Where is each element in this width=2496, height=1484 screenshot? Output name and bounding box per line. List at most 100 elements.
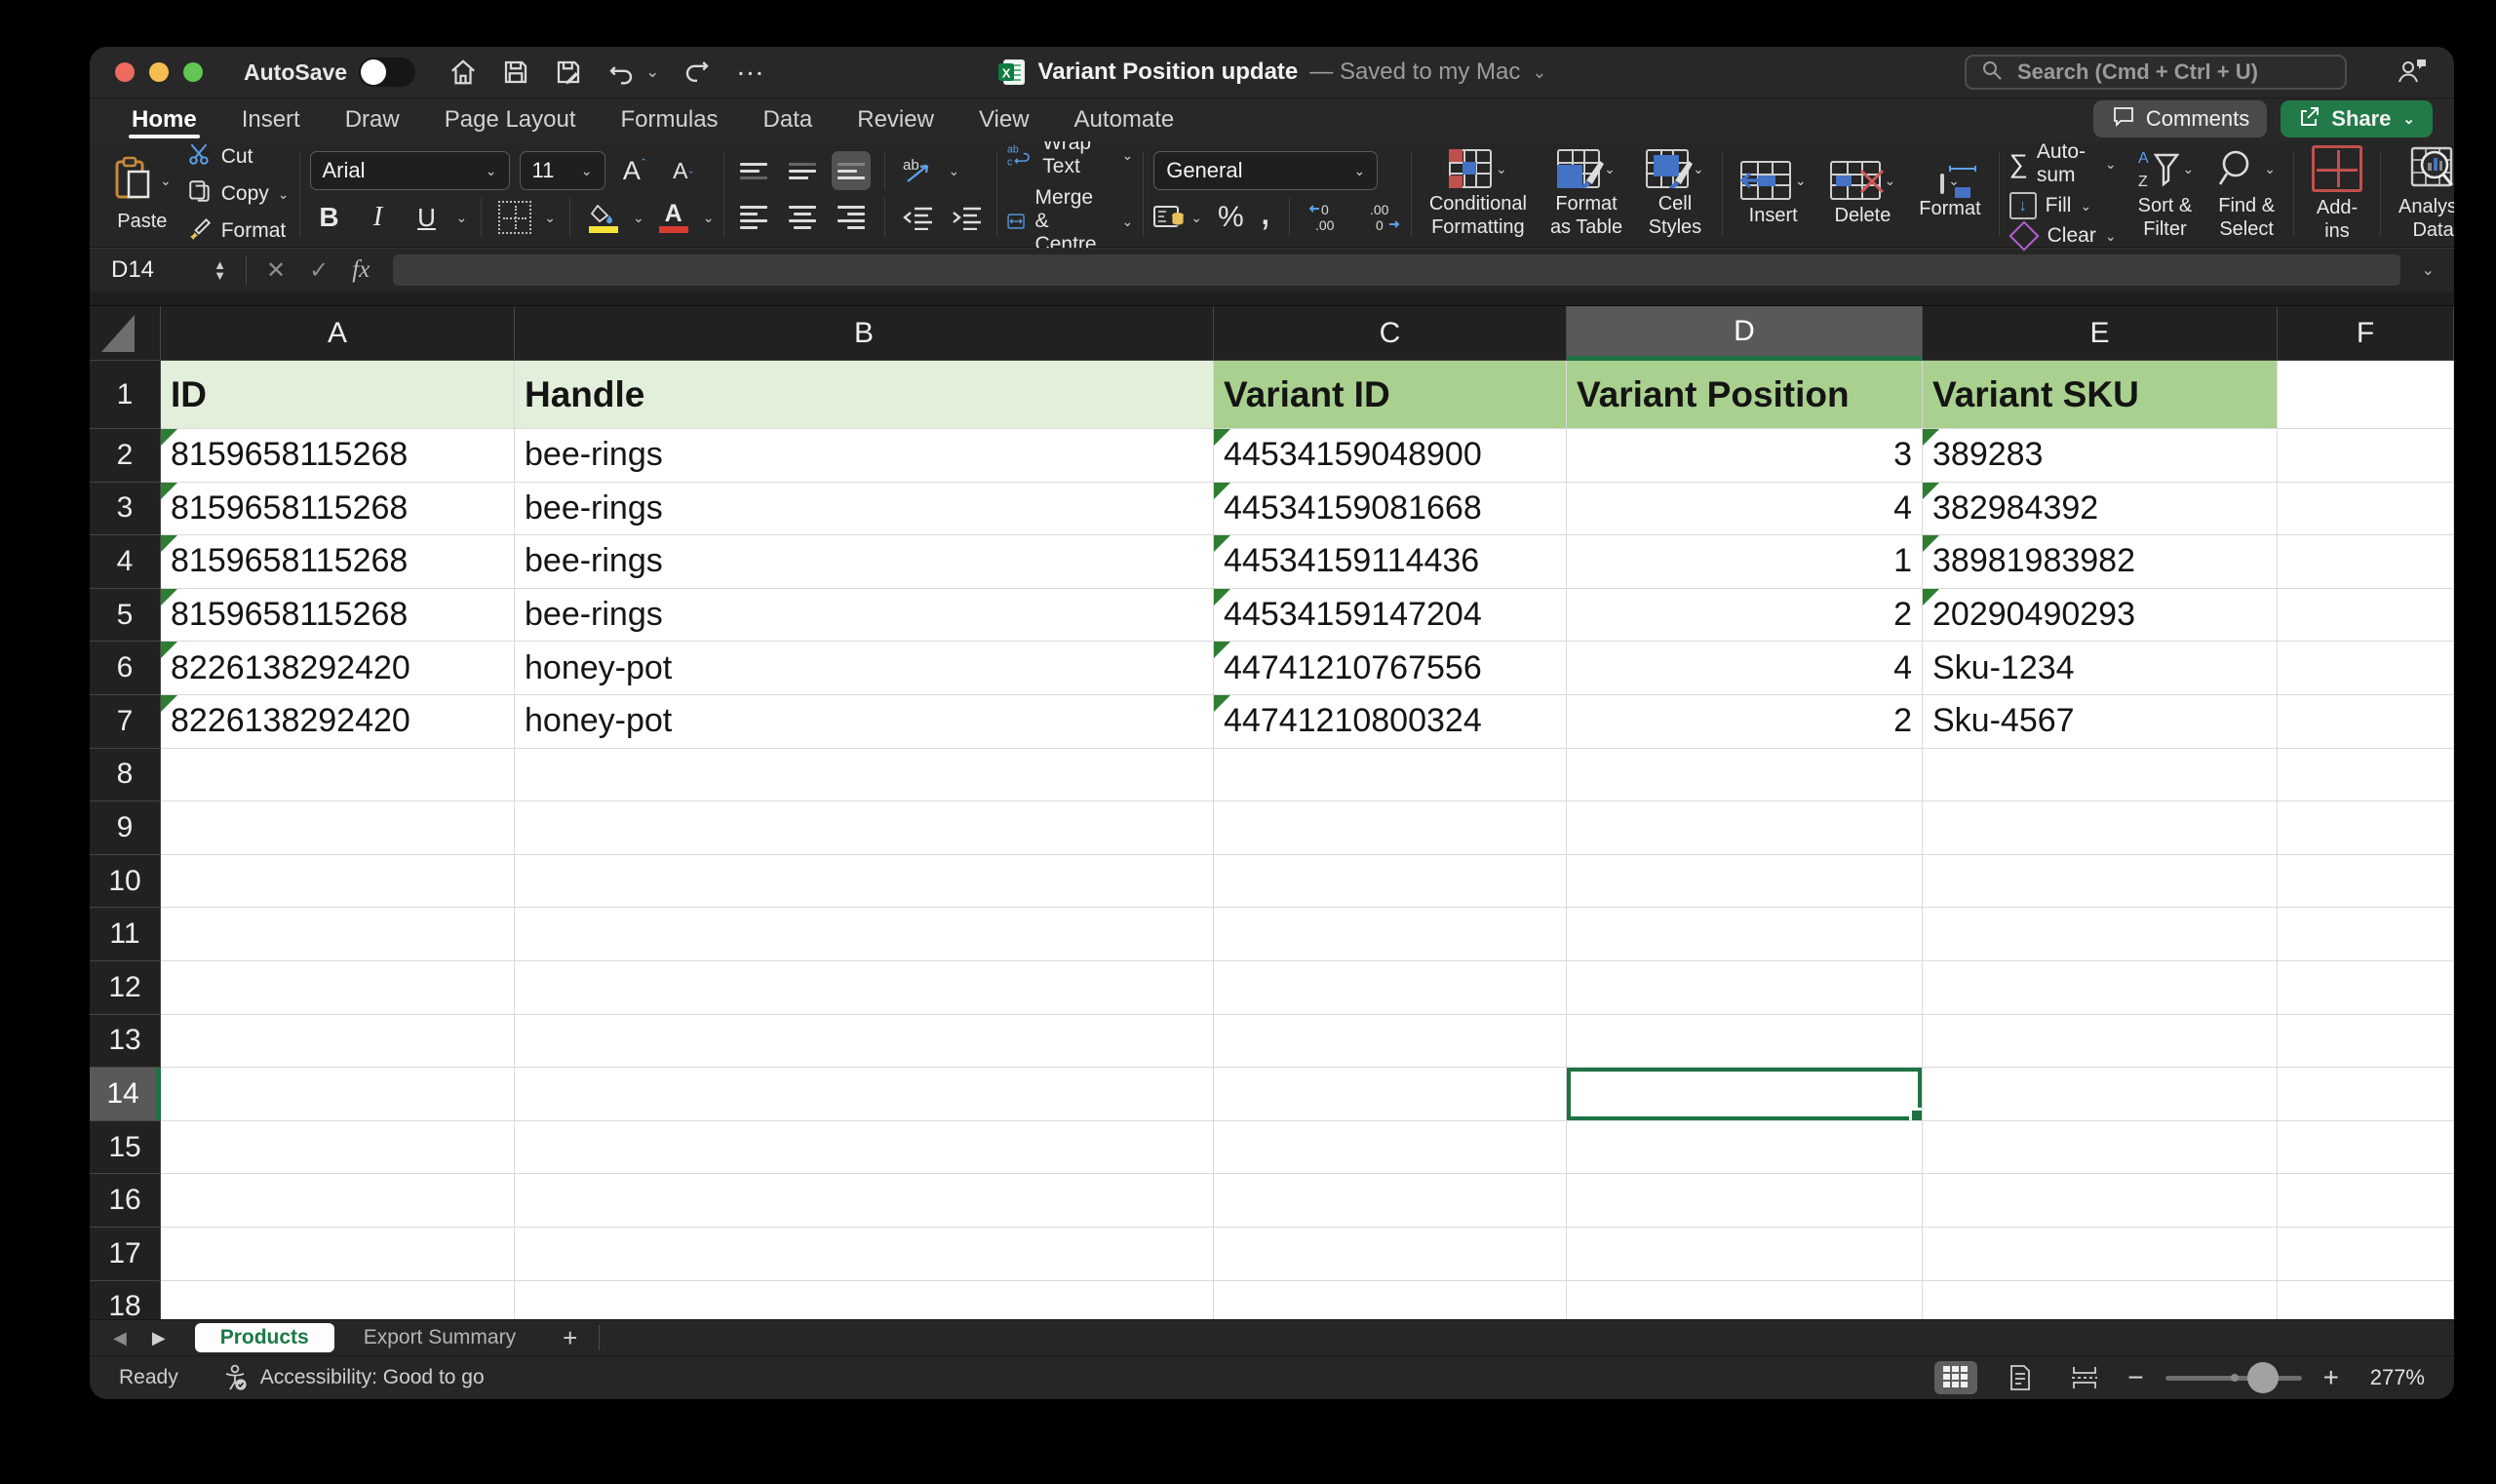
accounting-dropdown-chevron[interactable]: ⌄	[1190, 210, 1202, 226]
cell-F18[interactable]	[2278, 1281, 2454, 1320]
text-orientation-button[interactable]: ab	[899, 151, 938, 190]
font-name-combo[interactable]: Arial⌄	[310, 151, 510, 190]
cell-D16[interactable]	[1567, 1174, 1923, 1228]
autosave-toggle[interactable]	[359, 58, 415, 87]
cell-E10[interactable]	[1923, 855, 2278, 909]
home-icon[interactable]	[448, 58, 478, 87]
cell-F7[interactable]	[2278, 695, 2454, 749]
sheet-tab-products[interactable]: Products	[195, 1323, 334, 1352]
cell-B14[interactable]	[515, 1068, 1214, 1121]
row-header-12[interactable]: 12	[90, 961, 161, 1015]
formula-bar-expand-chevron[interactable]: ⌄	[2412, 260, 2444, 280]
cell-C13[interactable]	[1214, 1015, 1567, 1069]
fill-color-button[interactable]	[584, 198, 623, 237]
cell-D9[interactable]	[1567, 801, 1923, 855]
formula-input[interactable]	[393, 254, 2399, 286]
cell-B3[interactable]: bee-rings	[515, 483, 1214, 536]
sheet-tab-export-summary[interactable]: Export Summary	[338, 1323, 541, 1352]
tab-view[interactable]: View	[956, 98, 1052, 141]
decrease-indent-button[interactable]	[899, 198, 938, 237]
wrap-text-dropdown-chevron[interactable]: ⌄	[1121, 147, 1133, 164]
cell-D11[interactable]	[1567, 908, 1923, 961]
cell-B7[interactable]: honey-pot	[515, 695, 1214, 749]
insert-cells-chevron[interactable]: ⌄	[1795, 173, 1807, 189]
fill-color-dropdown-chevron[interactable]: ⌄	[633, 210, 644, 226]
tab-draw[interactable]: Draw	[323, 98, 422, 141]
cell-F4[interactable]	[2278, 535, 2454, 589]
cell-E4[interactable]: 38981983982	[1923, 535, 2278, 589]
save-as-icon[interactable]	[554, 58, 583, 87]
cell-C2[interactable]: 44534159048900	[1214, 429, 1567, 483]
cell-C1[interactable]: Variant ID	[1214, 361, 1567, 429]
cell-C16[interactable]	[1214, 1174, 1567, 1228]
cell-F12[interactable]	[2278, 961, 2454, 1015]
cell-E14[interactable]	[1923, 1068, 2278, 1121]
cell-A16[interactable]	[161, 1174, 515, 1228]
sort-filter-button[interactable]: AZ ⌄ Sort & Filter	[2128, 145, 2203, 243]
delete-cells-button[interactable]: ⌄ Delete	[1822, 159, 1904, 229]
cell-D13[interactable]	[1567, 1015, 1923, 1069]
sort-filter-chevron[interactable]: ⌄	[2183, 161, 2195, 177]
insert-function-icon[interactable]: fx	[340, 256, 381, 284]
cell-D1[interactable]: Variant Position	[1567, 361, 1923, 429]
cell-A18[interactable]	[161, 1281, 515, 1320]
cell-D5[interactable]: 2	[1567, 589, 1923, 643]
column-header-D[interactable]: D	[1567, 306, 1923, 361]
tab-insert[interactable]: Insert	[219, 98, 323, 141]
tab-home[interactable]: Home	[109, 98, 219, 141]
row-header-14[interactable]: 14	[90, 1068, 161, 1121]
merge-centre-button[interactable]: Merge & Centre ⌄	[1007, 186, 1133, 256]
cell-E9[interactable]	[1923, 801, 2278, 855]
row-header-4[interactable]: 4	[90, 535, 161, 589]
close-window-button[interactable]	[115, 62, 135, 82]
cell-A14[interactable]	[161, 1068, 515, 1121]
row-header-1[interactable]: 1	[90, 361, 161, 429]
cell-A4[interactable]: 8159658115268	[161, 535, 515, 589]
comments-button[interactable]: Comments	[2093, 100, 2267, 137]
align-left-button[interactable]	[734, 198, 773, 237]
cell-B11[interactable]	[515, 908, 1214, 961]
cell-E1[interactable]: Variant SKU	[1923, 361, 2278, 429]
conditional-formatting-chevron[interactable]: ⌄	[1496, 161, 1507, 177]
accounting-format-button[interactable]: ⌄	[1153, 204, 1202, 231]
cell-D7[interactable]: 2	[1567, 695, 1923, 749]
page-break-view-button[interactable]	[2063, 1361, 2106, 1394]
cell-D3[interactable]: 4	[1567, 483, 1923, 536]
cell-C8[interactable]	[1214, 749, 1567, 802]
row-header-15[interactable]: 15	[90, 1121, 161, 1175]
font-color-dropdown-chevron[interactable]: ⌄	[703, 210, 715, 226]
row-header-7[interactable]: 7	[90, 695, 161, 749]
zoom-in-button[interactable]: +	[2323, 1362, 2339, 1393]
paste-button[interactable]: ⌄ Paste	[105, 154, 179, 235]
cell-A1[interactable]: ID	[161, 361, 515, 429]
cell-B13[interactable]	[515, 1015, 1214, 1069]
cut-button[interactable]: Cut	[187, 141, 290, 173]
cell-A8[interactable]	[161, 749, 515, 802]
cell-E3[interactable]: 382984392	[1923, 483, 2278, 536]
percent-style-button[interactable]: %	[1218, 201, 1244, 234]
cell-A10[interactable]	[161, 855, 515, 909]
row-header-5[interactable]: 5	[90, 589, 161, 643]
cell-B9[interactable]	[515, 801, 1214, 855]
cell-D10[interactable]	[1567, 855, 1923, 909]
cell-F16[interactable]	[2278, 1174, 2454, 1228]
cell-D8[interactable]	[1567, 749, 1923, 802]
cell-E15[interactable]	[1923, 1121, 2278, 1175]
align-top-button[interactable]	[734, 151, 773, 190]
cell-C3[interactable]: 44534159081668	[1214, 483, 1567, 536]
cell-F1[interactable]	[2278, 361, 2454, 429]
cell-C12[interactable]	[1214, 961, 1567, 1015]
tab-automate[interactable]: Automate	[1052, 98, 1197, 141]
copy-dropdown-chevron[interactable]: ⌄	[278, 186, 290, 203]
cell-A3[interactable]: 8159658115268	[161, 483, 515, 536]
cell-C15[interactable]	[1214, 1121, 1567, 1175]
share-dropdown-chevron[interactable]: ⌄	[2402, 110, 2415, 128]
cell-C4[interactable]: 44534159114436	[1214, 535, 1567, 589]
borders-button[interactable]	[495, 198, 534, 237]
save-icon[interactable]	[501, 58, 530, 87]
find-select-chevron[interactable]: ⌄	[2264, 161, 2276, 177]
row-header-9[interactable]: 9	[90, 801, 161, 855]
decrease-decimal-button[interactable]: .000	[1362, 201, 1401, 234]
italic-button[interactable]: I	[359, 198, 398, 237]
cell-E16[interactable]	[1923, 1174, 2278, 1228]
